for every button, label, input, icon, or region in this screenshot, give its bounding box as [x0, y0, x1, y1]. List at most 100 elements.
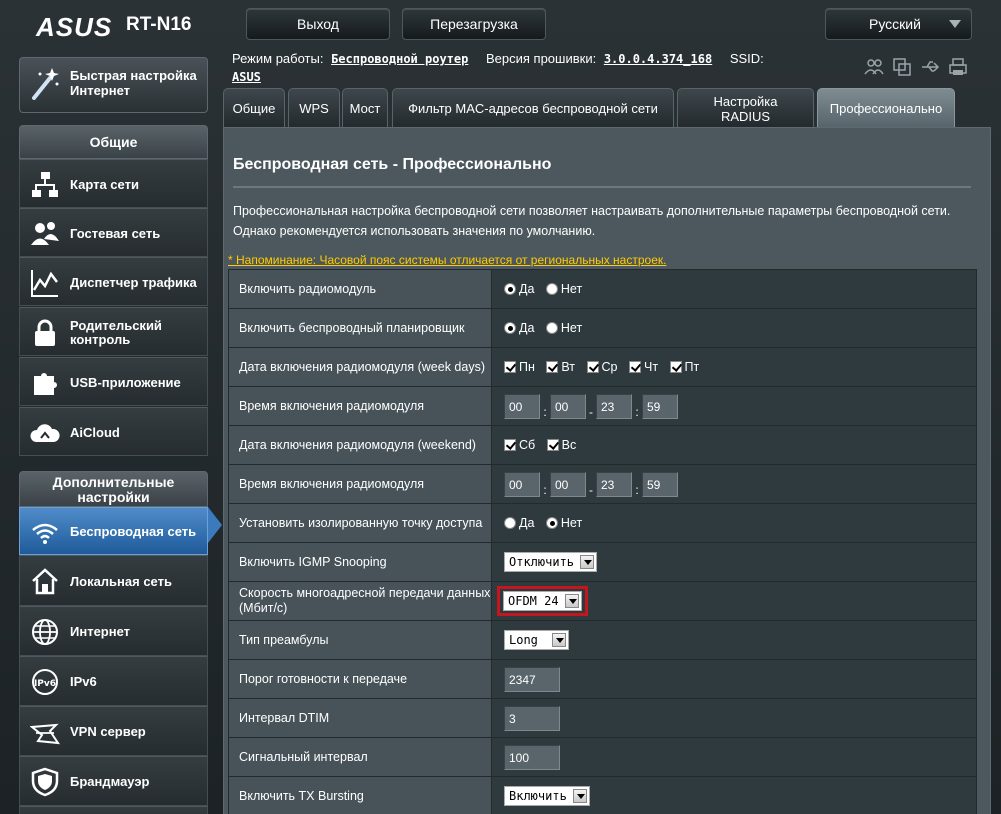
nav-usb-app[interactable]: USB-приложение	[19, 357, 208, 406]
weekday-end-minute-input[interactable]: 59	[642, 393, 678, 419]
table-row: Интервал DTIM 3	[228, 698, 977, 738]
table-row: Тип преамбулы Long	[228, 620, 977, 660]
nav-guest-network[interactable]: Гостевая сеть	[19, 208, 208, 257]
radio-enable-label: Включить радиомодуль	[228, 269, 492, 309]
time-separator: :	[543, 404, 547, 419]
weekday-start-hour-input[interactable]: 00	[504, 393, 540, 419]
time-separator: :	[635, 404, 639, 419]
timezone-reminder-link[interactable]: * Напоминание: Часовой пояс системы отли…	[228, 253, 666, 267]
aicloud-icon	[30, 424, 60, 442]
weekday-time-label: Время включения радиомодуля	[228, 386, 492, 426]
nav-parental-control[interactable]: Родительский контроль	[19, 307, 208, 356]
status-icons	[864, 57, 968, 77]
nav-traffic-manager[interactable]: Диспетчер трафика	[19, 257, 208, 306]
table-row: Включить IGMP Snooping Отключить	[228, 542, 977, 582]
dtim-cell: 3	[491, 698, 977, 738]
magic-wand-icon	[32, 68, 59, 100]
option-label: Да	[519, 321, 535, 336]
network-map-icon	[32, 172, 58, 197]
highlight-box: OFDM 24	[497, 586, 588, 616]
clients-icon[interactable]	[864, 57, 884, 77]
tab-professional[interactable]: Профессионально	[817, 88, 955, 128]
preamble-cell: Long	[491, 620, 977, 660]
weekend-start-hour-input[interactable]: 00	[504, 471, 540, 497]
reboot-button[interactable]: Перезагрузка	[402, 8, 546, 40]
copy-icon[interactable]	[892, 57, 912, 77]
weekend-checkbox-sun[interactable]	[546, 439, 559, 452]
nav-item-partial[interactable]	[19, 806, 208, 814]
asus-logo: ASUS	[36, 12, 113, 42]
weekend-end-minute-input[interactable]: 59	[642, 471, 678, 497]
printer-icon[interactable]	[948, 57, 968, 77]
preamble-label: Тип преамбулы	[228, 620, 492, 660]
table-row: Время включения радиомодуля 00:00-23:59	[228, 464, 977, 504]
weekend-time-cell: 00:00-23:59	[491, 464, 977, 504]
weekday-checkbox-mon[interactable]	[504, 361, 516, 374]
isolation-no[interactable]	[545, 517, 558, 530]
isolation-yes[interactable]	[504, 517, 516, 530]
preamble-select[interactable]: Long	[504, 630, 569, 650]
nav-firewall[interactable]: Брандмауэр	[19, 756, 208, 806]
weekend-checkbox-sat[interactable]	[504, 439, 516, 452]
quick-setup-button[interactable]: Быстрая настройка Интернет	[19, 57, 208, 113]
nav-label: Брандмауэр	[70, 774, 150, 789]
nav-network-map[interactable]: Карта сети	[19, 159, 208, 208]
chevron-down-icon	[580, 555, 595, 569]
weekday-checkbox-thu[interactable]	[628, 361, 641, 374]
multicast-rate-label: Скорость многоадресной передачи данных (…	[228, 581, 492, 621]
radio-enable-no[interactable]	[545, 283, 558, 296]
multicast-rate-cell: OFDM 24	[491, 581, 977, 621]
weekday-end-hour-input[interactable]: 23	[596, 393, 632, 419]
option-label: Пт	[684, 360, 700, 375]
language-select[interactable]: Русский	[825, 8, 972, 40]
mode-value-link[interactable]: Беспроводной роутер	[331, 52, 468, 66]
main-content: Беспроводная сеть - Профессионально Проф…	[223, 127, 991, 814]
multicast-rate-select[interactable]: OFDM 24	[503, 591, 582, 611]
ssid-value-link[interactable]: ASUS	[232, 70, 261, 84]
option-label: Ср	[601, 360, 618, 375]
tab-radius[interactable]: Настройка RADIUS	[677, 88, 814, 128]
igmp-select[interactable]: Отключить	[504, 552, 598, 572]
top-bar: ASUS RT-N16 Выход Перезагрузка Русский	[0, 0, 1001, 48]
firmware-value-link[interactable]: 3.0.0.4.374_168	[604, 52, 712, 66]
radio-enable-yes[interactable]	[504, 283, 516, 296]
rts-input[interactable]: 2347	[504, 666, 560, 692]
option-label: Чт	[643, 360, 659, 375]
title-divider	[233, 186, 971, 188]
status-info-line: Режим работы: Беспроводной роутер Версия…	[232, 51, 764, 66]
advanced-section-header: Дополнительные настройки	[19, 471, 208, 507]
page-title: Беспроводная сеть - Профессионально	[233, 156, 552, 173]
tab-wps[interactable]: WPS	[288, 88, 340, 128]
usb-icon[interactable]	[920, 57, 940, 77]
select-value: OFDM 24	[508, 594, 559, 608]
weekday-checkbox-tue[interactable]	[546, 361, 559, 374]
nav-ipv6[interactable]: IPv6 IPv6	[19, 656, 208, 706]
globe-icon	[32, 619, 58, 645]
ipv6-icon: IPv6	[32, 669, 58, 695]
nav-lan[interactable]: Локальная сеть	[19, 555, 208, 606]
nav-label: Беспроводная сеть	[70, 524, 197, 539]
tab-general[interactable]: Общие	[223, 88, 285, 128]
nav-internet[interactable]: Интернет	[19, 606, 208, 656]
puzzle-icon	[34, 373, 57, 395]
tx-burst-select[interactable]: Включить	[504, 786, 590, 806]
scheduler-yes[interactable]	[504, 322, 516, 335]
beacon-input[interactable]: 100	[504, 744, 560, 770]
weekday-checkbox-fri[interactable]	[669, 361, 682, 374]
nav-aicloud[interactable]: AiCloud	[19, 407, 208, 456]
tab-bridge[interactable]: Мост	[342, 88, 388, 128]
nav-vpn-server[interactable]: VPN сервер	[19, 706, 208, 756]
time-separator: :	[635, 482, 639, 497]
weekend-end-hour-input[interactable]: 23	[596, 471, 632, 497]
tab-mac-filter[interactable]: Фильтр MAC-адресов беспроводной сети	[392, 88, 674, 128]
shield-icon	[31, 767, 59, 797]
dtim-input[interactable]: 3	[504, 705, 560, 731]
logout-button[interactable]: Выход	[246, 8, 390, 40]
nav-wireless[interactable]: Беспроводная сеть	[19, 507, 208, 555]
weekend-start-minute-input[interactable]: 00	[550, 471, 586, 497]
weekday-checkbox-wed[interactable]	[586, 361, 599, 374]
router-model: RT-N16	[126, 14, 192, 35]
wireless-icon	[32, 523, 58, 544]
scheduler-no[interactable]	[545, 322, 558, 335]
weekday-start-minute-input[interactable]: 00	[550, 393, 586, 419]
